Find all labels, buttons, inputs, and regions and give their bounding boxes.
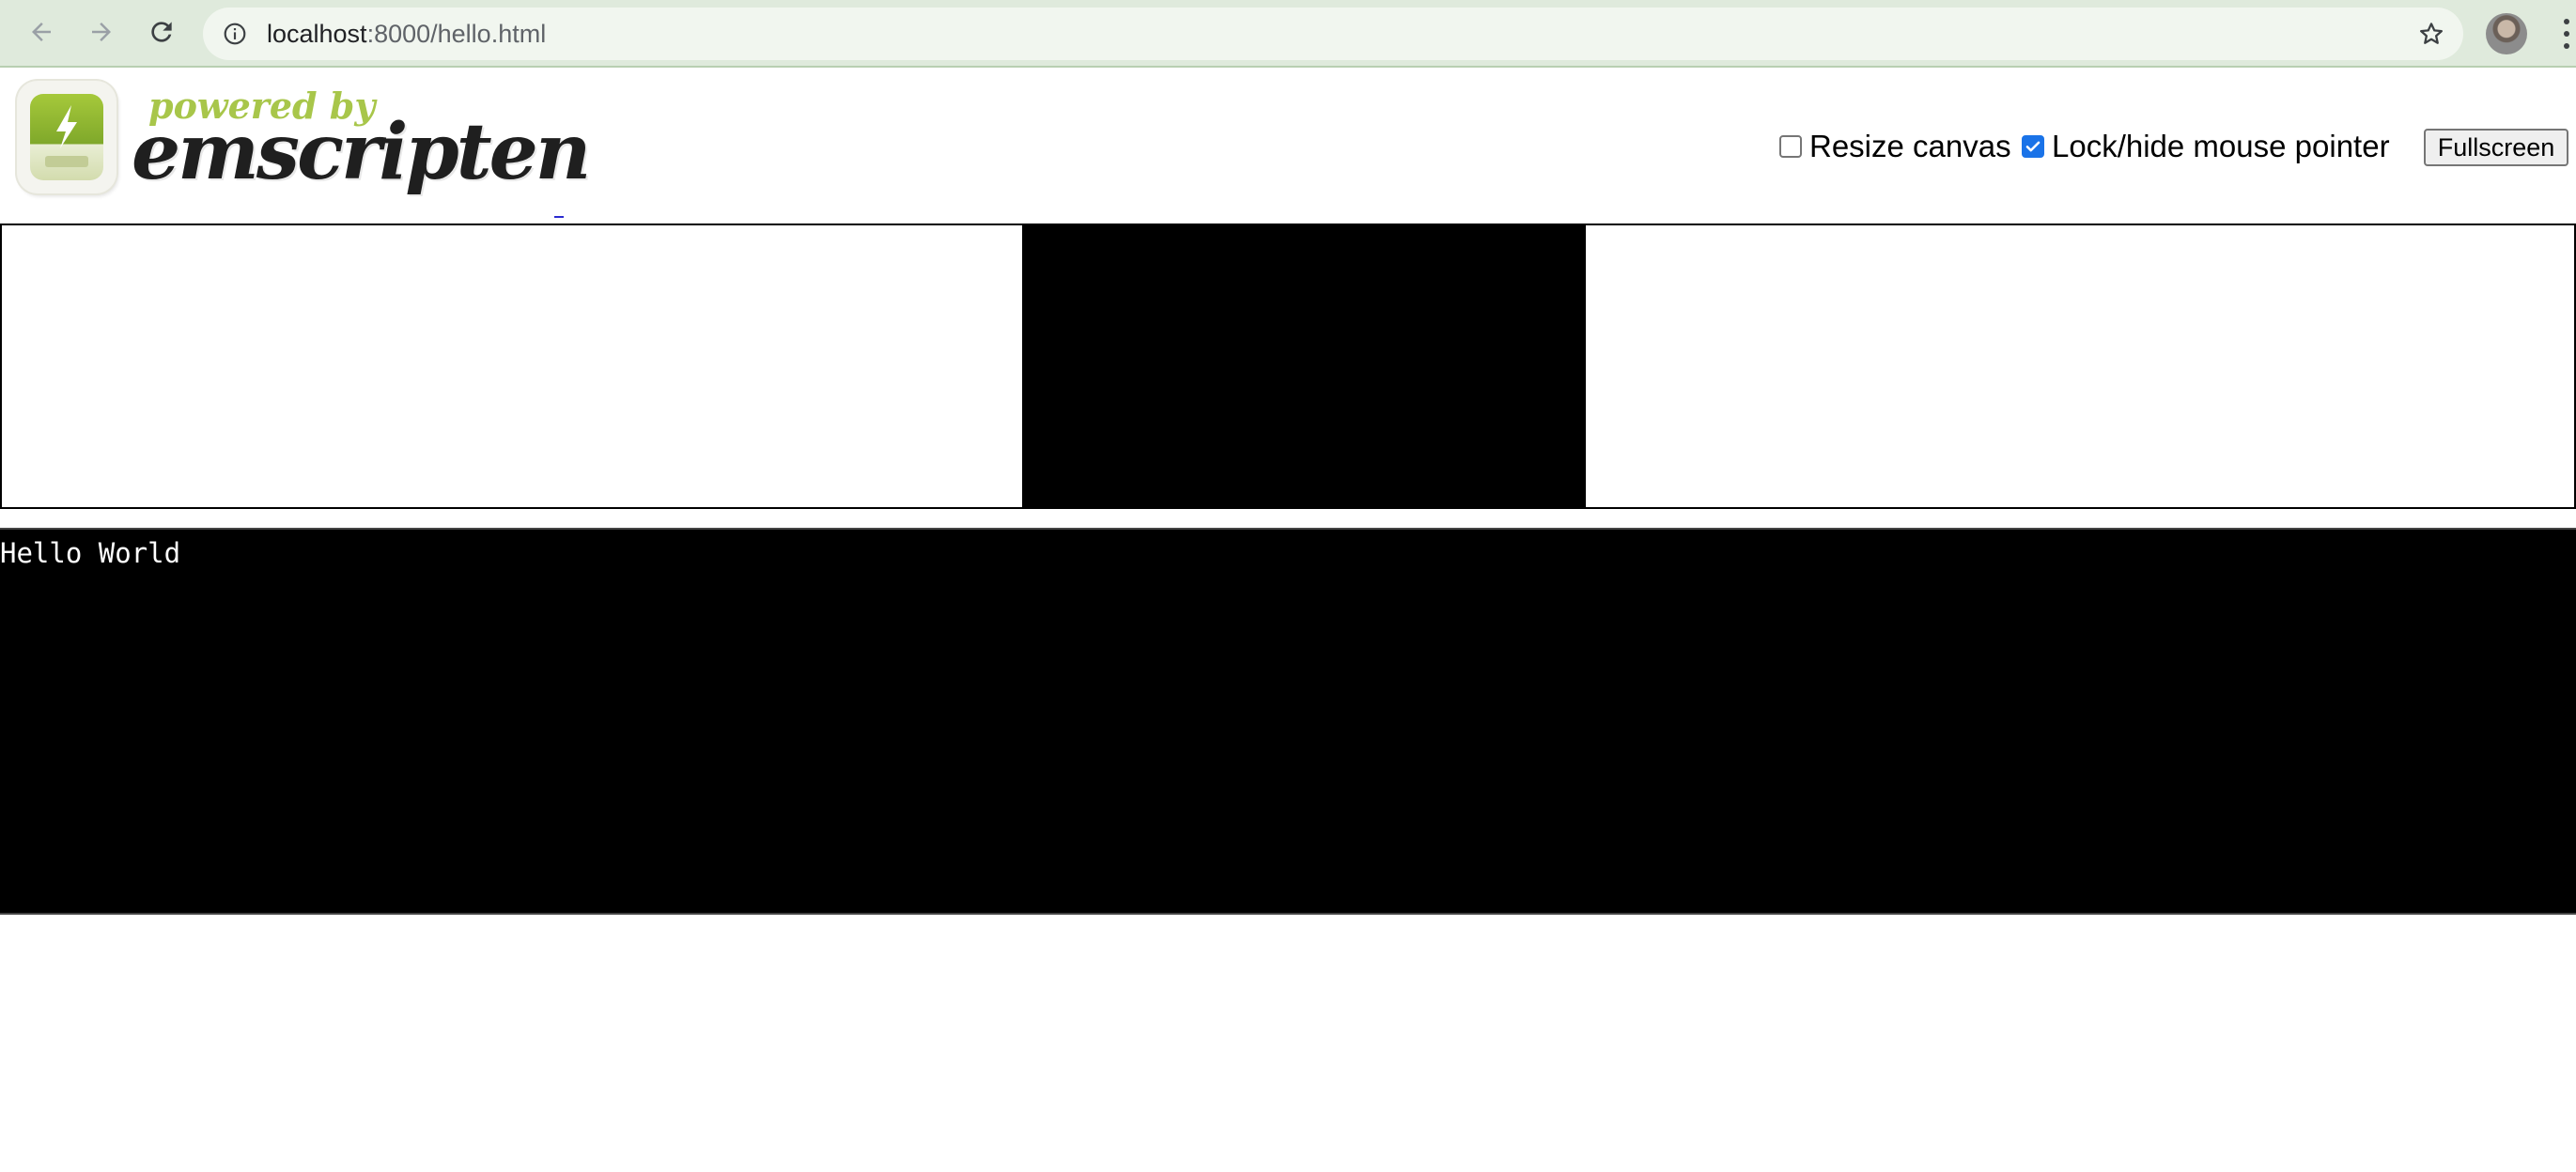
emscripten-logo-icon [17,81,116,193]
browser-menu-icon[interactable] [2557,15,2576,53]
output-console[interactable]: Hello World [0,528,2576,915]
url-text: localhost:8000/hello.html [267,20,546,49]
address-bar[interactable]: localhost:8000/hello.html [203,8,2463,60]
url-host: localhost [267,20,367,48]
logo-wordmark: emscripten [132,107,591,197]
forward-arrow-icon[interactable] [81,11,122,53]
site-info-icon[interactable] [222,21,248,47]
profile-avatar[interactable] [2486,13,2527,54]
lock-pointer-label: Lock/hide mouse pointer [2052,129,2390,163]
output-text: Hello World [0,537,181,569]
lock-pointer-control[interactable]: Lock/hide mouse pointer [2022,129,2390,163]
lock-pointer-checkbox[interactable] [2022,135,2044,158]
back-arrow-icon[interactable] [21,11,62,53]
browser-toolbar: localhost:8000/hello.html [0,0,2576,68]
bookmark-star-icon[interactable] [2416,19,2446,49]
fullscreen-button[interactable]: Fullscreen [2424,129,2568,166]
resize-canvas-checkbox[interactable] [1779,135,1802,158]
resize-canvas-label: Resize canvas [1809,129,2011,163]
resize-canvas-control[interactable]: Resize canvas [1779,129,2011,163]
link-underline [554,216,564,218]
emscripten-logo-link[interactable]: powered by emscripten [15,79,591,199]
canvas[interactable] [1022,224,1586,509]
url-path: :8000/hello.html [366,20,547,48]
reload-icon[interactable] [141,11,182,53]
